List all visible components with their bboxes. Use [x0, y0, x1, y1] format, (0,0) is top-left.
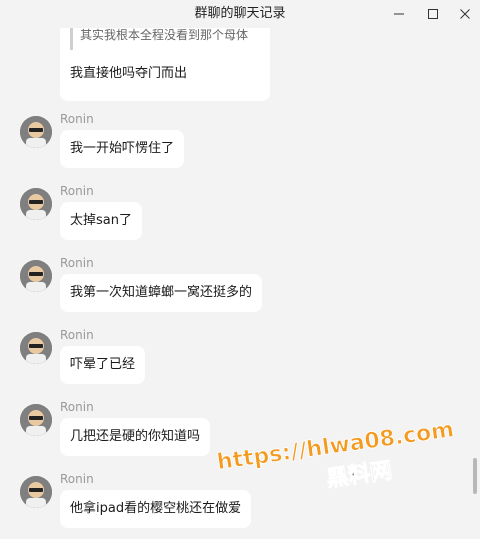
message-bubble: 太掉san了	[60, 202, 142, 240]
avatar[interactable]	[20, 476, 52, 508]
message-bubble: 吓晕了已经	[60, 346, 146, 384]
avatar[interactable]	[20, 188, 52, 220]
avatar-icon	[20, 404, 52, 436]
scrollbar[interactable]	[470, 28, 480, 539]
message-bubble: 几把还是硬的你知道吗	[60, 418, 211, 456]
sender-name: Ronin	[60, 328, 94, 342]
sender-name: Ronin	[60, 400, 94, 414]
sender-name: Ronin	[60, 184, 94, 198]
avatar-icon	[20, 188, 52, 220]
close-button[interactable]	[448, 0, 480, 28]
quoted-message-bubble: 其实我根本全程没看到那个母体 我直接他吗夺门而出	[60, 28, 270, 101]
minimize-button[interactable]	[382, 0, 416, 28]
chat-message: Ronin 太掉san了	[0, 184, 468, 258]
chat-message: Ronin 我一开始吓愣住了	[0, 112, 468, 186]
sender-name: Ronin	[60, 112, 94, 126]
watermark-name: 黑料网	[325, 458, 394, 492]
avatar-icon	[20, 332, 52, 364]
avatar-icon	[20, 116, 52, 148]
quoted-text: 其实我根本全程没看到那个母体	[80, 28, 249, 42]
chat-message: Ronin 吓晕了已经	[0, 328, 468, 402]
maximize-icon	[428, 9, 438, 19]
avatar-icon	[20, 260, 52, 292]
avatar[interactable]	[20, 404, 52, 436]
maximize-button[interactable]	[416, 0, 450, 28]
chat-message: Ronin 我第一次知道蟑螂一窝还挺多的	[0, 256, 468, 330]
message-bubble: 我第一次知道蟑螂一窝还挺多的	[60, 274, 263, 312]
avatar[interactable]	[20, 116, 52, 148]
avatar[interactable]	[20, 332, 52, 364]
close-icon	[460, 9, 470, 19]
minimize-icon	[394, 13, 404, 15]
avatar[interactable]	[20, 260, 52, 292]
avatar-icon	[20, 476, 52, 508]
title-bar: 群聊的聊天记录	[0, 0, 480, 28]
sender-name: Ronin	[60, 472, 94, 486]
sender-name: Ronin	[60, 256, 94, 270]
scrollbar-thumb[interactable]	[473, 458, 477, 494]
quote-bar	[70, 28, 73, 50]
reply-text: 我直接他吗夺门而出	[70, 66, 188, 81]
message-bubble: 我一开始吓愣住了	[60, 130, 185, 168]
